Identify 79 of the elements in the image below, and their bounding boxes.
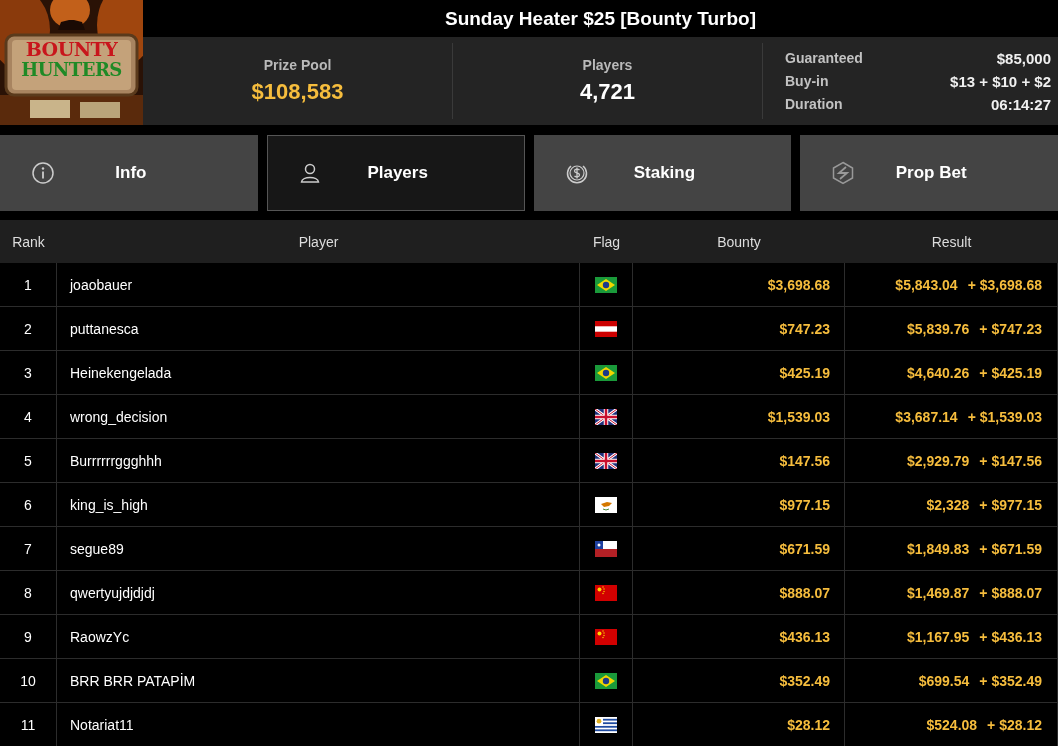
rank-cell: 9 [24,628,32,645]
player-name: king_is_high [70,496,148,513]
stat-value: $108,583 [251,79,344,105]
bounty-bonus: + $671.59 [979,540,1042,557]
tab[interactable]: Staking [533,135,792,211]
column-header: Result [930,233,973,250]
player-name: BRR BRR PATAPİM [70,672,196,689]
tournament-title: Sunday Heater $25 [Bounty Turbo] [443,6,758,31]
bounty-bonus: + $747.23 [979,320,1042,337]
bounty-amount: $3,698.68 [767,276,830,293]
bounty-amount: $977.15 [779,496,830,513]
stat-label: Players [582,57,633,73]
result-amount: $5,839.76 [907,320,970,337]
logo-text: HUNTERS [21,61,122,79]
stat-label: Prize Pool [263,57,332,73]
rank-cell: 7 [24,540,32,557]
detail-value: $13 + $10 + $2 [950,72,1051,90]
tab[interactable]: Info [0,135,258,211]
stat-value: 4,721 [579,79,636,105]
bounty-bonus: + $888.07 [979,584,1042,601]
rank-cell: 1 [24,276,32,293]
player-name: Burrrrrrggghhh [70,452,162,469]
bounty-bonus: + $147.56 [979,452,1042,469]
bounty-amount: $888.07 [779,584,830,601]
player-name: joaobauer [70,276,133,293]
result-amount: $1,469.87 [907,584,970,601]
bounty-bonus: + $425.19 [979,364,1042,381]
player-name: RaowzYc [70,628,130,645]
bounty-bonus: + $352.49 [979,672,1042,689]
column-header: Rank [11,233,46,250]
result-amount: $2,929.79 [907,452,970,469]
rank-cell: 4 [24,408,32,425]
bounty-amount: $671.59 [779,540,830,557]
column-header: Flag [591,233,622,250]
result-amount: $3,687.14 [895,408,958,425]
hexagon-icon [831,161,856,185]
rank-cell: 8 [24,584,32,601]
tab[interactable]: Prop Bet [800,135,1058,211]
bounty-amount: $425.19 [779,364,830,381]
result-amount: $4,640.26 [907,364,970,381]
player-name: Heinekengelada [70,364,172,381]
result-amount: $1,167.95 [907,628,970,645]
detail-label: Guaranteed [785,49,863,67]
bounty-bonus: + $1,539.03 [967,408,1042,425]
rank-cell: 2 [24,320,32,337]
bounty-amount: $147.56 [779,452,830,469]
rank-cell: 3 [24,364,32,381]
rank-cell: 11 [20,716,36,733]
tab[interactable]: Players [266,135,525,211]
player-name: Notariat11 [70,716,134,733]
result-amount: $2,328 [926,496,970,513]
rank-cell: 6 [24,496,32,513]
logo-text: BOUNTY [25,40,118,59]
info-icon [31,161,55,185]
detail-value: 06:14:27 [990,95,1051,113]
column-header: Player [297,233,340,250]
result-amount: $524.08 [926,716,978,733]
detail-value: $85,000 [996,49,1051,67]
bounty-bonus: + $28.12 [987,716,1042,733]
bounty-amount: $28.12 [787,716,830,733]
bounty-bonus: + $3,698.68 [967,276,1042,293]
rank-cell: 5 [24,452,32,469]
bounty-amount: $1,539.03 [767,408,830,425]
rank-cell: 10 [20,672,36,689]
bounty-amount: $747.23 [779,320,830,337]
bounty-amount: $352.49 [779,672,830,689]
result-amount: $1,849.83 [907,540,970,557]
bounty-bonus: + $977.15 [979,496,1042,513]
result-amount: $699.54 [918,672,970,689]
player-name: segue89 [70,540,124,557]
bounty-bonus: + $436.13 [979,628,1042,645]
player-name: qwertyujdjdjdj [70,584,155,601]
bounty-amount: $436.13 [779,628,830,645]
detail-label: Buy-in [785,72,829,90]
detail-label: Duration [785,95,843,113]
player-name: wrong_decision [70,408,168,425]
result-amount: $5,843.04 [895,276,958,293]
column-header: Bounty [716,233,762,250]
player-name: puttanesca [70,320,139,337]
